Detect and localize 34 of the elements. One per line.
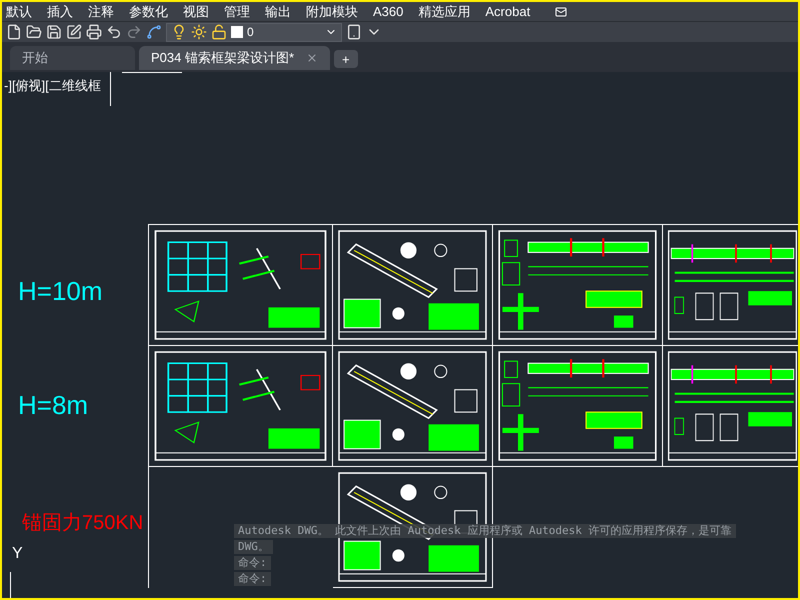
menu-item[interactable]: Acrobat [485,2,530,22]
file-tab[interactable]: 开始 [10,46,135,70]
height-label: H=10m [18,275,103,308]
unlock-icon [211,24,227,40]
menu-item[interactable]: 默认 [6,2,32,22]
layer-name: 0 [247,24,255,41]
open-folder-icon[interactable] [26,24,42,40]
edit-icon[interactable] [66,24,82,40]
file-tab[interactable]: P034 锚索框架梁设计图* [139,46,330,70]
menu-item[interactable]: 输出 [265,2,291,22]
curve-icon[interactable] [146,24,162,40]
menu-item[interactable]: 管理 [224,2,250,22]
menu-item[interactable]: A360 [373,2,404,22]
new-file-icon[interactable] [6,24,22,40]
layer-dropdown[interactable]: 0 [166,22,342,42]
axis-label: Y [12,544,23,564]
menu-item[interactable]: 精选应用 [418,2,470,22]
save-icon[interactable] [46,24,62,40]
mail-icon[interactable] [553,6,570,18]
anchor-force-text: 锚固力750KN [22,511,144,536]
printer-icon[interactable] [86,24,102,40]
menu-item[interactable]: 注释 [88,2,114,22]
menu-item[interactable]: 视图 [183,2,209,22]
menu-item[interactable]: 插入 [47,2,73,22]
color-swatch-icon [231,26,243,38]
viewport-label[interactable]: -][俯视][二维线框 [4,76,101,96]
tablet-icon[interactable] [346,24,362,40]
sun-icon [191,24,207,40]
new-tab-button[interactable]: + [334,50,358,68]
close-icon[interactable] [306,52,318,64]
undo-icon[interactable] [106,24,122,40]
menu-item[interactable]: 参数化 [129,2,168,22]
height-label: H=8m [18,389,88,422]
menu-item[interactable]: 附加模块 [306,2,358,22]
